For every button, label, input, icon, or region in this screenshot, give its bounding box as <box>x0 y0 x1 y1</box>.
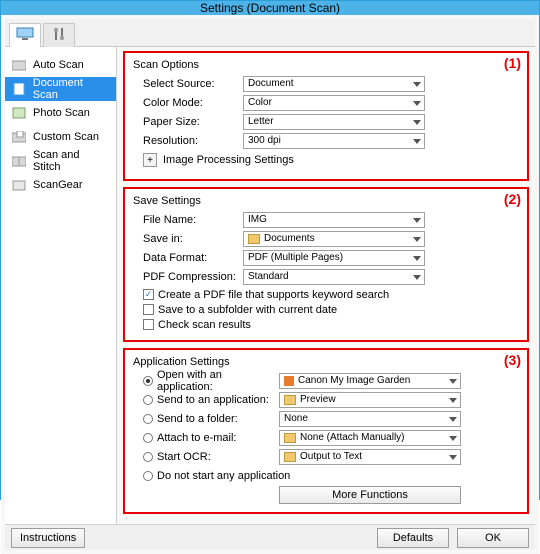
auto-scan-icon <box>11 57 27 73</box>
select-source-label: Select Source: <box>133 78 243 90</box>
main-panel: (1) Scan Options Select Source: Document… <box>117 47 535 524</box>
keyword-pdf-label: Create a PDF file that supports keyword … <box>158 289 389 301</box>
app-settings-title: Application Settings <box>133 356 519 368</box>
pdf-compression-label: PDF Compression: <box>133 271 243 283</box>
radio-do-not-start[interactable] <box>143 471 153 481</box>
photo-scan-icon <box>11 105 27 121</box>
save-settings-title: Save Settings <box>133 195 519 207</box>
folder-icon <box>284 452 296 462</box>
paper-size-dropdown[interactable]: Letter <box>243 114 425 130</box>
resolution-dropdown[interactable]: 300 dpi <box>243 133 425 149</box>
radio-send-folder[interactable] <box>143 414 153 424</box>
scan-options-section: (1) Scan Options Select Source: Document… <box>123 51 529 181</box>
custom-scan-icon <box>11 129 27 145</box>
sidebar-item-label: Document Scan <box>33 77 110 101</box>
open-with-dropdown[interactable]: Canon My Image Garden <box>279 373 461 389</box>
scangear-icon <box>11 177 27 193</box>
radio-start-ocr-label: Start OCR: <box>157 451 279 463</box>
keyword-pdf-checkbox[interactable]: ✓ <box>143 289 154 300</box>
tab-scan-modes[interactable] <box>9 23 41 47</box>
app-settings-section: (3) Application Settings Open with an ap… <box>123 348 529 514</box>
send-app-dropdown[interactable]: Preview <box>279 392 461 408</box>
ok-button[interactable]: OK <box>457 528 529 548</box>
sidebar-item-scan-stitch[interactable]: Scan and Stitch <box>5 149 116 173</box>
subfolder-checkbox[interactable] <box>143 304 154 315</box>
radio-attach-email[interactable] <box>143 433 153 443</box>
sidebar-item-photo-scan[interactable]: Photo Scan <box>5 101 116 125</box>
color-mode-label: Color Mode: <box>133 97 243 109</box>
settings-dialog: Settings (Document Scan) Auto Scan <box>0 0 540 500</box>
ips-label: Image Processing Settings <box>163 154 294 166</box>
radio-attach-email-label: Attach to e-mail: <box>157 432 279 444</box>
document-scan-icon <box>11 81 27 97</box>
radio-open-with-label: Open with an application: <box>157 369 279 393</box>
footer: Instructions Defaults OK <box>5 524 535 550</box>
save-in-label: Save in: <box>133 233 243 245</box>
paper-size-label: Paper Size: <box>133 116 243 128</box>
sidebar-item-label: Custom Scan <box>33 131 99 143</box>
sidebar-item-scangear[interactable]: ScanGear <box>5 173 116 197</box>
tools-icon <box>52 27 66 44</box>
scan-stitch-icon <box>11 153 27 169</box>
sidebar-item-label: Auto Scan <box>33 59 84 71</box>
file-name-label: File Name: <box>133 214 243 226</box>
radio-send-app-label: Send to an application: <box>157 394 279 406</box>
defaults-button[interactable]: Defaults <box>377 528 449 548</box>
top-tab-strip <box>5 19 535 47</box>
more-functions-button[interactable]: More Functions <box>279 486 461 504</box>
radio-open-with[interactable] <box>143 376 153 386</box>
window-title: Settings (Document Scan) <box>200 1 340 15</box>
attach-email-dropdown[interactable]: None (Attach Manually) <box>279 430 461 446</box>
folder-icon <box>248 234 260 244</box>
annotation-2: (2) <box>504 191 521 207</box>
monitor-icon <box>16 27 34 44</box>
save-in-dropdown[interactable]: Documents <box>243 231 425 247</box>
send-folder-dropdown[interactable]: None <box>279 411 461 427</box>
sidebar-item-label: Photo Scan <box>33 107 90 119</box>
annotation-1: (1) <box>504 55 521 71</box>
radio-do-not-start-label: Do not start any application <box>157 470 290 482</box>
ips-expand-button[interactable]: + <box>143 153 157 167</box>
sidebar: Auto Scan Document Scan Photo Scan Custo… <box>5 47 117 524</box>
tab-tools[interactable] <box>43 23 75 47</box>
radio-send-folder-label: Send to a folder: <box>157 413 279 425</box>
sidebar-item-label: ScanGear <box>33 179 83 191</box>
color-mode-dropdown[interactable]: Color <box>243 95 425 111</box>
subfolder-label: Save to a subfolder with current date <box>158 304 337 316</box>
annotation-3: (3) <box>504 352 521 368</box>
resolution-label: Resolution: <box>133 135 243 147</box>
radio-start-ocr[interactable] <box>143 452 153 462</box>
titlebar: Settings (Document Scan) <box>1 1 539 15</box>
sidebar-item-label: Scan and Stitch <box>33 149 110 173</box>
client-area: Auto Scan Document Scan Photo Scan Custo… <box>1 15 539 554</box>
check-results-label: Check scan results <box>158 319 251 331</box>
check-results-checkbox[interactable] <box>143 319 154 330</box>
data-format-label: Data Format: <box>133 252 243 264</box>
data-format-dropdown[interactable]: PDF (Multiple Pages) <box>243 250 425 266</box>
folder-icon <box>284 395 296 405</box>
sidebar-item-custom-scan[interactable]: Custom Scan <box>5 125 116 149</box>
body: Auto Scan Document Scan Photo Scan Custo… <box>5 47 535 524</box>
sidebar-item-document-scan[interactable]: Document Scan <box>5 77 116 101</box>
instructions-button[interactable]: Instructions <box>11 528 85 548</box>
scan-options-title: Scan Options <box>133 59 519 71</box>
save-settings-section: (2) Save Settings File Name: IMG Save in… <box>123 187 529 342</box>
file-name-field[interactable]: IMG <box>243 212 425 228</box>
folder-icon <box>284 433 296 443</box>
start-ocr-dropdown[interactable]: Output to Text <box>279 449 461 465</box>
pdf-compression-dropdown[interactable]: Standard <box>243 269 425 285</box>
radio-send-app[interactable] <box>143 395 153 405</box>
select-source-dropdown[interactable]: Document <box>243 76 425 92</box>
app-icon <box>284 376 294 386</box>
sidebar-item-auto-scan[interactable]: Auto Scan <box>5 53 116 77</box>
